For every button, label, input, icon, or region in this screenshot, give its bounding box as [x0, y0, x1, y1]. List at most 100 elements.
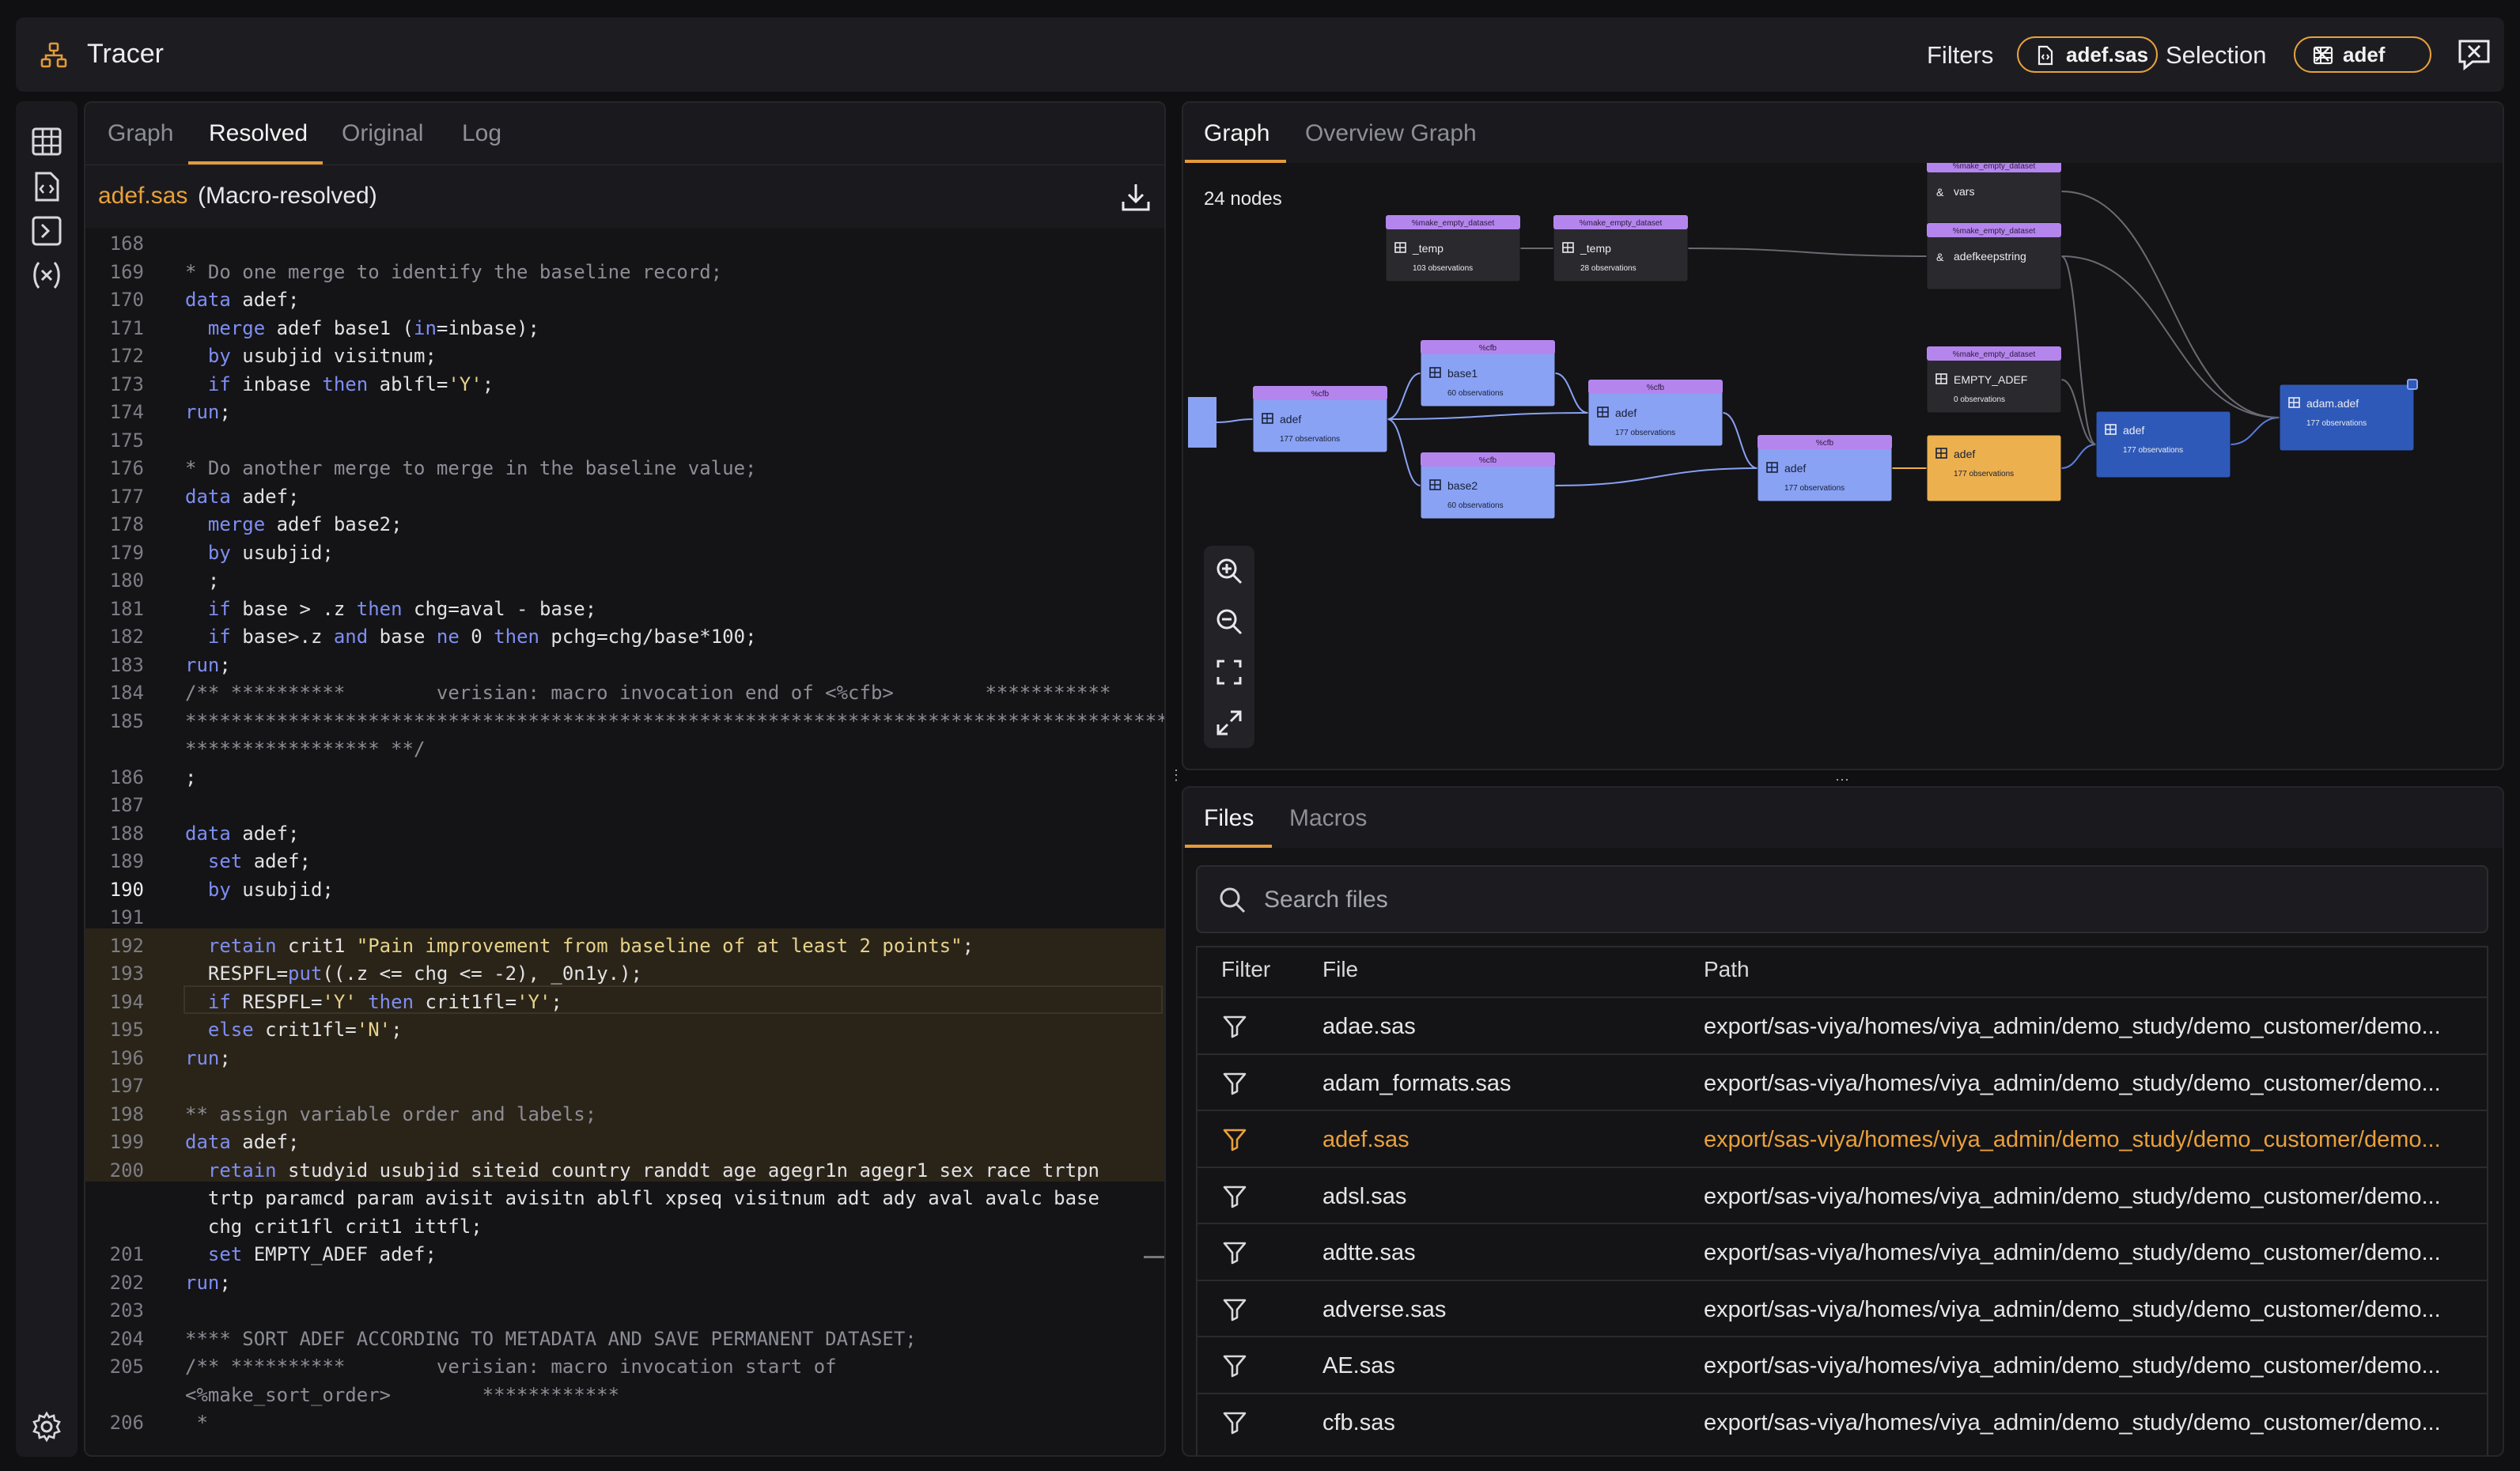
download-icon[interactable] [1120, 181, 1152, 213]
graph-node-adam-adef[interactable]: adam.adef 177 observations [2279, 379, 2418, 452]
expand-icon[interactable] [1213, 707, 1245, 739]
code-line: <%make_sort_order> ************ [185, 1383, 620, 1406]
file-name-cell[interactable]: AE.sas [1322, 1353, 1395, 1379]
column-header-path[interactable]: Path [1704, 957, 1750, 982]
filter-icon[interactable] [1221, 1295, 1248, 1322]
file-name-cell[interactable]: cfb.sas [1322, 1410, 1395, 1436]
table-row[interactable]: cfb.sas export/sas-viya/homes/viya_admin/… [1198, 1392, 2487, 1450]
lineage-graph[interactable]: %make_empty_dataset& vars%make_empty_data… [1183, 163, 2503, 770]
graph-edge [2060, 191, 2280, 418]
table-row[interactable]: adverse.sas export/sas-viya/homes/viya_ad… [1198, 1279, 2487, 1337]
table-row[interactable]: adsl.sas export/sas-viya/homes/viya_admin… [1198, 1166, 2487, 1223]
column-header-filter[interactable]: Filter [1221, 957, 1270, 982]
line-number: 181 [109, 597, 144, 620]
zoom-out-icon[interactable] [1213, 606, 1245, 637]
graph-node-stub[interactable] [1188, 397, 1216, 448]
node-handle[interactable] [2407, 379, 2418, 390]
file-name-cell[interactable]: adsl.sas [1322, 1184, 1406, 1210]
line-number: 184 [109, 682, 144, 704]
code-editor[interactable]: 168 169 170 171 172 173 174 175 176 177 178 179 180 1… [85, 228, 1164, 1455]
filter-icon[interactable] [1221, 1125, 1248, 1152]
zoom-in-icon[interactable] [1213, 555, 1245, 587]
filter-icon[interactable] [1221, 1238, 1248, 1265]
tab-log[interactable]: Log [462, 120, 501, 147]
table-row[interactable]: AE.sas export/sas-viya/homes/viya_admin/d… [1198, 1336, 2487, 1393]
node-name: adef [1280, 413, 1301, 425]
tab-macros[interactable]: Macros [1289, 805, 1367, 832]
graph-node-vars[interactable]: %make_empty_dataset & vars [1926, 163, 2062, 225]
graph-node-base1[interactable]: %cfb base1 60 observations [1420, 339, 1556, 407]
terminal-icon[interactable] [31, 215, 62, 247]
node-name: base2 [1447, 479, 1478, 492]
line-number: 202 [109, 1271, 144, 1294]
file-name-cell[interactable]: adae.sas [1322, 1014, 1416, 1040]
scroll-marker[interactable] [1144, 1256, 1164, 1258]
node-observations: 177 observations [1954, 470, 2014, 478]
variable-icon[interactable] [31, 259, 62, 291]
line-number: 176 [109, 457, 144, 479]
tab-graph[interactable]: Graph [108, 120, 173, 147]
node-macro-label: %cfb [1311, 390, 1330, 399]
selection-chip[interactable]: adef [2294, 36, 2431, 73]
code-line: ***************** **/ [185, 738, 426, 760]
code-line: * Do one merge to identify the baseline … [185, 260, 723, 283]
table-row[interactable]: adef.sas export/sas-viya/homes/viya_admin… [1198, 1110, 2487, 1167]
code-tabs: Graph Resolved Original Log [85, 103, 1164, 164]
file-name[interactable]: adef.sas [98, 183, 187, 210]
code-line: retain studyid usubjid siteid country ra… [207, 1159, 1099, 1182]
code-line: if base>.z and base ne 0 then pchg=chg/b… [207, 626, 757, 648]
code-line: merge adef base2; [207, 513, 403, 535]
graph-node--temp[interactable]: %make_empty_dataset _temp 103 observations [1385, 214, 1521, 282]
tab-original[interactable]: Original [342, 120, 423, 147]
file-path-cell: export/sas-viya/homes/viya_admin/demo_st… [1704, 1070, 2441, 1096]
filter-icon[interactable] [1221, 1409, 1248, 1435]
search-input[interactable] [1264, 883, 2450, 917]
graph-node-empty-adef[interactable]: %make_empty_dataset EMPTY_ADEF 0 observati… [1926, 346, 2062, 414]
settings-gear-icon[interactable] [31, 1411, 62, 1443]
code-line: run; [185, 1046, 231, 1069]
line-number: 194 [109, 990, 144, 1013]
graph-node-adef[interactable]: adef 177 observations [1926, 434, 2062, 502]
tab-overview-graph[interactable]: Overview Graph [1305, 120, 1477, 147]
file-name-cell[interactable]: adverse.sas [1322, 1297, 1446, 1323]
filter-chip[interactable]: adef.sas [2017, 36, 2158, 73]
filter-icon[interactable] [1221, 1012, 1248, 1039]
code-line: if inbase then ablfl='Y'; [207, 372, 494, 395]
line-number: 188 [109, 822, 144, 845]
line-number: 197 [109, 1075, 144, 1097]
graph-node-base2[interactable]: %cfb base2 60 observations [1420, 452, 1556, 520]
graph-node--temp[interactable]: %make_empty_dataset _temp 28 observations [1553, 214, 1689, 282]
line-number: 186 [109, 766, 144, 788]
file-name-cell[interactable]: adam_formats.sas [1322, 1071, 1512, 1097]
vertical-resize-handle[interactable]: ⋮ [1169, 767, 1183, 784]
line-number: 205 [109, 1356, 144, 1378]
table-row[interactable]: adam_formats.sas export/sas-viya/homes/vi… [1198, 1053, 2487, 1110]
file-path-cell: export/sas-viya/homes/viya_admin/demo_st… [1704, 1296, 2441, 1322]
graph-node-adef[interactable]: %cfb adef 177 observations [1252, 385, 1388, 453]
active-tab-underline [1185, 845, 1272, 848]
tab-resolved[interactable]: Resolved [209, 120, 308, 147]
node-macro-label: %make_empty_dataset [1953, 227, 2036, 236]
column-header-file[interactable]: File [1322, 957, 1358, 982]
table-row[interactable]: adtte.sas export/sas-viya/homes/viya_admi… [1198, 1223, 2487, 1280]
node-macro-label: %cfb [1479, 344, 1497, 353]
tab-files[interactable]: Files [1204, 805, 1254, 832]
code-line: run; [185, 401, 231, 423]
filter-icon[interactable] [1221, 1352, 1248, 1378]
filter-icon[interactable] [1221, 1069, 1248, 1096]
graph-edge [1216, 418, 1254, 423]
fit-view-icon[interactable] [1213, 656, 1245, 688]
graph-node-adef[interactable]: %cfb adef 177 observations [1757, 434, 1893, 502]
close-icon[interactable] [2313, 45, 2332, 64]
graph-node-adef[interactable]: %cfb adef 177 observations [1587, 379, 1724, 447]
graph-node-adef[interactable]: adef 177 observations [2095, 410, 2231, 478]
file-code-icon[interactable] [31, 171, 62, 202]
graph-node-adefkeepstring[interactable]: %make_empty_dataset & adefkeepstring [1926, 222, 2062, 290]
filter-icon[interactable] [1221, 1182, 1248, 1209]
table-row[interactable]: adae.sas export/sas-viya/homes/viya_admin… [1198, 996, 2487, 1053]
table-icon[interactable] [31, 127, 62, 157]
close-panel-icon[interactable] [2457, 38, 2492, 71]
file-name-cell[interactable]: adef.sas [1322, 1127, 1409, 1153]
file-name-cell[interactable]: adtte.sas [1322, 1240, 1416, 1266]
tab-graph-view[interactable]: Graph [1204, 120, 1269, 147]
